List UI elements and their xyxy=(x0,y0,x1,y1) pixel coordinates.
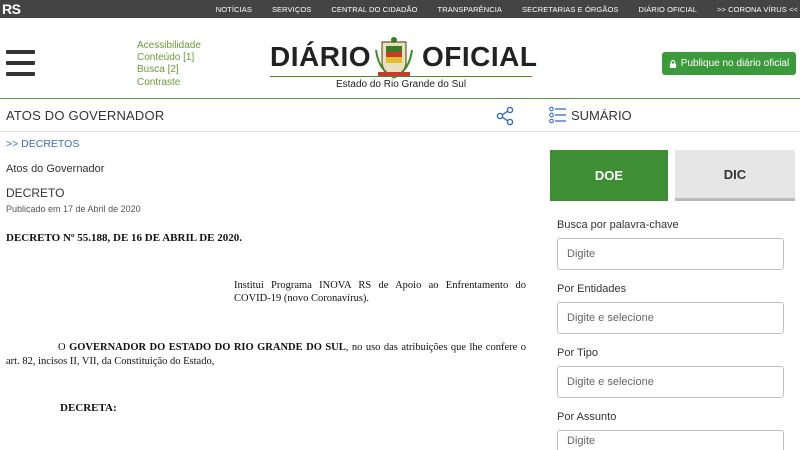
issuing-organ: Atos do Governador xyxy=(6,163,105,175)
publication-date: Publicado em 17 de Abril de 2020 xyxy=(6,204,141,214)
rs-brand-logo[interactable]: RS xyxy=(0,1,21,17)
hamburger-menu-icon[interactable] xyxy=(6,50,35,76)
lock-icon xyxy=(669,59,676,68)
state-coat-of-arms-icon xyxy=(375,37,413,79)
logo-subtitle: Estado do Rio Grande do Sul xyxy=(335,79,467,90)
keyword-search-label: Busca por palavra-chave xyxy=(557,219,679,231)
nav-servicos[interactable]: SERVIÇOS xyxy=(272,5,311,14)
hamburger-bar xyxy=(6,72,35,76)
publish-button-label: Publique no diário oficial xyxy=(680,58,790,69)
breadcrumb-decretos[interactable]: >> DECRETOS xyxy=(6,138,79,150)
nav-corona-virus[interactable]: >> CORONA VÍRUS << xyxy=(717,5,798,14)
preamble-start: O xyxy=(58,342,70,353)
hamburger-bar xyxy=(6,50,35,54)
tab-doe[interactable]: DOE xyxy=(550,150,668,201)
share-icon[interactable] xyxy=(495,106,515,126)
nav-transparencia[interactable]: TRANSPARÊNCIA xyxy=(438,5,503,14)
subject-filter-input[interactable] xyxy=(557,430,784,450)
logo-word-oficial: OFICIAL xyxy=(422,41,538,72)
nav-secretarias-e-orgaos[interactable]: SECRETARIAS E ÓRGÃOS xyxy=(522,5,618,14)
link-conteudo[interactable]: Conteúdo [1] xyxy=(137,52,201,64)
summary-label: SUMÁRIO xyxy=(571,107,632,123)
journal-tabs: DOE DIC xyxy=(550,150,795,201)
preamble-bold: GOVERNADOR DO ESTADO DO RIO GRANDE DO SU… xyxy=(69,342,346,353)
entities-filter-label: Por Entidades xyxy=(557,283,627,295)
subject-filter-label: Por Assunto xyxy=(557,411,617,423)
top-bar: RS NOTÍCIAS SERVIÇOS CENTRAL DO CIDADÃO … xyxy=(0,0,800,18)
section-title: ATOS DO GOVERNADOR xyxy=(6,108,165,123)
entities-filter-input[interactable] xyxy=(557,302,784,334)
decree-preamble: O GOVERNADOR DO ESTADO DO RIO GRANDE DO … xyxy=(6,341,526,369)
publish-button[interactable]: Publique no diário oficial xyxy=(662,52,796,75)
logo-word-diario: DIÁRIO xyxy=(270,41,371,72)
diario-oficial-logo[interactable]: DIÁRIO OFICIAL Estado do Rio Grande do S… xyxy=(270,36,537,92)
nav-noticias[interactable]: NOTÍCIAS xyxy=(216,5,252,14)
link-acessibilidade[interactable]: Acessibilidade xyxy=(137,40,201,52)
decreta-heading: DECRETA: xyxy=(60,402,117,414)
link-contraste[interactable]: Contraste xyxy=(137,77,201,89)
type-filter-input[interactable] xyxy=(557,366,784,398)
section-divider xyxy=(0,131,800,132)
link-busca[interactable]: Busca [2] xyxy=(137,64,201,76)
top-nav: NOTÍCIAS SERVIÇOS CENTRAL DO CIDADÃO TRA… xyxy=(196,0,800,18)
nav-central-do-cidadao[interactable]: CENTRAL DO CIDADÃO xyxy=(331,5,417,14)
nav-diario-oficial[interactable]: DIÁRIO OFICIAL xyxy=(639,5,698,14)
list-icon xyxy=(549,106,566,124)
tab-dic[interactable]: DIC xyxy=(675,150,795,201)
type-filter-label: Por Tipo xyxy=(557,347,598,359)
summary-toggle[interactable]: SUMÁRIO xyxy=(549,106,632,124)
hamburger-bar xyxy=(6,61,35,65)
keyword-search-input[interactable] xyxy=(557,238,784,270)
decree-title: DECRETO Nº 55.188, DE 16 DE ABRIL DE 202… xyxy=(6,232,242,244)
logo-divider xyxy=(270,76,532,77)
accessibility-links: Acessibilidade Conteúdo [1] Busca [2] Co… xyxy=(137,40,201,89)
decree-summary: Institui Programa INOVA RS de Apoio ao E… xyxy=(234,280,526,304)
act-kind: DECRETO xyxy=(6,186,65,200)
header-divider xyxy=(0,98,800,99)
